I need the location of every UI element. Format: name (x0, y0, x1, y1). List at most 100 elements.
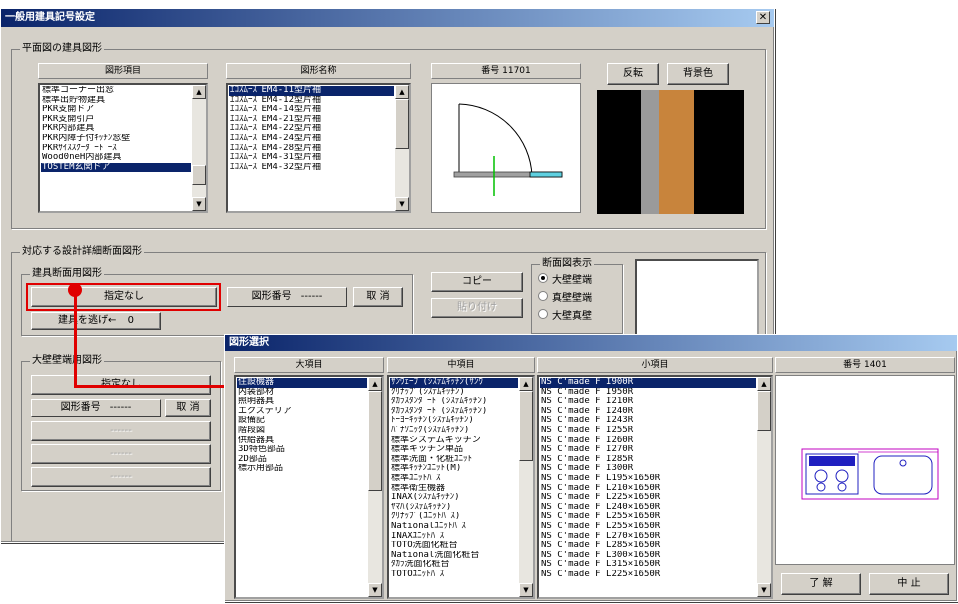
middle-list-item[interactable]: 標準洗面・化粧ﾕﾆｯﾄ (390, 455, 518, 465)
major-list-item[interactable]: 照明器具 (237, 397, 367, 407)
minor-list-item[interactable]: NS C'made F I285R (540, 455, 756, 465)
middle-list-item[interactable]: 標準衛生機器 (390, 484, 518, 494)
section-display-radio[interactable]: 真壁壁端 (538, 289, 622, 304)
scroll-up-icon[interactable]: ▲ (368, 377, 382, 391)
middle-list-item[interactable]: ｻﾝｳｪｰﾌﾞ(ｼｽﾃﾑｷｯﾁﾝ(ｻﾝｳ (390, 378, 518, 388)
minor-list-item[interactable]: NS C'made F L195×1650R (540, 474, 756, 484)
minor-scrollbar[interactable]: ▲ ▼ (757, 377, 771, 597)
radio-button-icon[interactable] (538, 309, 548, 319)
category-list-item[interactable]: PKR支開ドア (41, 105, 191, 115)
scroll-thumb[interactable] (757, 391, 771, 431)
major-list-item[interactable]: 2D部品 (237, 455, 367, 465)
scroll-up-icon[interactable]: ▲ (757, 377, 771, 391)
minor-list-item[interactable]: NS C'made F L315×1650R (540, 560, 756, 570)
middle-list-item[interactable]: ﾊﾟﾅｿﾆｯｸ(ｼｽﾃﾑｷｯﾁﾝ) (390, 426, 518, 436)
middle-list-item[interactable]: ｸﾘﾅｯﾌﾟ(ﾕﾆｯﾄﾊﾞｽ) (390, 512, 518, 522)
middle-list-item[interactable]: INAXﾕﾆｯﾄﾊﾞｽ (390, 532, 518, 542)
figure-name-list-item[interactable]: ｴｺｽﾑｰｽﾞEM4-24型片袖 (229, 134, 394, 144)
category-list-item[interactable]: PKR内障子付ｷｯﾁﾝ窓壁 (41, 134, 191, 144)
minor-list-item[interactable]: NS C'made F I950R (540, 388, 756, 398)
ok-button[interactable]: 了 解 (781, 573, 861, 595)
major-list-item[interactable]: エクステリア (237, 407, 367, 417)
middle-list-item[interactable]: INAX(ｼｽﾃﾑｷｯﾁﾝ) (390, 493, 518, 503)
scroll-down-icon[interactable]: ▼ (395, 197, 409, 211)
cancel-figure-button[interactable]: 取 消 (353, 287, 403, 307)
figure-name-list-item[interactable]: ｴｺｽﾑｰｽﾞEM4-22型片袖 (229, 124, 394, 134)
figure-name-list-item[interactable]: ｴｺｽﾑｰｽﾞEM4-14型片袖 (229, 105, 394, 115)
major-list-item[interactable]: 標示用部品 (237, 464, 367, 474)
scroll-thumb[interactable] (395, 99, 409, 149)
radio-button-icon[interactable] (538, 273, 548, 283)
middle-list-item[interactable]: National洗面化粧台 (390, 551, 518, 561)
minor-list-item[interactable]: NS C'made F I240R (540, 407, 756, 417)
figure-name-scrollbar[interactable]: ▲ ▼ (395, 85, 409, 211)
minor-list-item[interactable]: NS C'made F I255R (540, 426, 756, 436)
radio-button-icon[interactable] (538, 291, 548, 301)
middle-list-item[interactable]: ﾀｶﾗ洗面化粧台 (390, 560, 518, 570)
scroll-up-icon[interactable]: ▲ (395, 85, 409, 99)
scroll-up-icon[interactable]: ▲ (192, 85, 206, 99)
category-scrollbar[interactable]: ▲ ▼ (192, 85, 206, 211)
category-list-item[interactable]: TOSTEM玄関ドア (41, 162, 191, 173)
scroll-down-icon[interactable]: ▼ (192, 197, 206, 211)
major-list-item[interactable]: 内装部材 (237, 388, 367, 398)
middle-scrollbar[interactable]: ▲ ▼ (519, 377, 533, 597)
minor-list-item[interactable]: NS C'made F L225×1650R (540, 570, 756, 580)
middle-list-item[interactable]: 標準ｷｯﾁﾝﾕﾆｯﾄ(M) (390, 464, 518, 474)
section-display-radio[interactable]: 大壁真壁 (538, 307, 622, 322)
figure-name-list-item[interactable]: ｴｺｽﾑｰｽﾞEM4-12型片袖 (229, 96, 394, 106)
minor-list-item[interactable]: NS C'made F L225×1650R (540, 493, 756, 503)
minor-list-item[interactable]: NS C'made F I270R (540, 445, 756, 455)
figure-name-list-item[interactable]: ｴｺｽﾑｰｽﾞEM4-32型片袖 (229, 163, 394, 173)
minor-list-item[interactable]: NS C'made F I300R (540, 464, 756, 474)
figure-name-list-item[interactable]: ｴｺｽﾑｰｽﾞEM4-28型片袖 (229, 144, 394, 154)
minor-list-item[interactable]: NS C'made F I900R (540, 378, 756, 388)
paste-button[interactable]: 貼り付け (431, 298, 523, 318)
scroll-thumb[interactable] (192, 165, 206, 185)
category-list-item[interactable]: 標準コーナー出窓 (41, 86, 191, 96)
major-list-item[interactable]: 住設機器 (237, 378, 367, 388)
major-list[interactable]: 住設機器 内装部材 照明器具 エクステリア 設備記 階段図 供給器具 3D特色部品 2D部品 標示… (234, 375, 384, 599)
category-list-item[interactable]: PKR支開引戸 (41, 115, 191, 125)
wall-slot-button-3[interactable]: ------ (31, 467, 211, 487)
middle-list-item[interactable]: 標準ﾕﾆｯﾄﾊﾞｽ (390, 474, 518, 484)
minor-list-item[interactable]: NS C'made F I260R (540, 436, 756, 446)
middle-list-item[interactable]: ｸﾘﾅｯﾌﾟ(ｼｽﾃﾑｷｯﾁﾝ) (390, 388, 518, 398)
major-scrollbar[interactable]: ▲ ▼ (368, 377, 382, 597)
scroll-up-icon[interactable]: ▲ (519, 377, 533, 391)
minor-list-item[interactable]: NS C'made F L270×1650R (540, 532, 756, 542)
middle-list-item[interactable]: TOTO洗面化粧台 (390, 541, 518, 551)
category-list[interactable]: 標準コーナー出窓 標準出貯物建具 PKR支開ドア PKR支開引戸 PKR内部建具 PKR内… (38, 83, 208, 213)
figure-name-list-item[interactable]: ｴｺｽﾑｰｽﾞEM4-31型片袖 (229, 153, 394, 163)
close-icon[interactable]: ✕ (756, 11, 770, 24)
middle-list-item[interactable]: ﾀｶﾗｽﾀﾝﾀﾞｰﾄﾞ(ｼｽﾃﾑｷｯﾁﾝ) (390, 407, 518, 417)
category-list-item[interactable]: PKRｻｲｽｽｸｰﾀﾞｰﾄﾞｰｽ (41, 144, 191, 154)
major-list-item[interactable]: 設備記 (237, 416, 367, 426)
minor-list-item[interactable]: NS C'made F L300×1650R (540, 551, 756, 561)
minor-list-item[interactable]: NS C'made F L285×1650R (540, 541, 756, 551)
scroll-down-icon[interactable]: ▼ (368, 583, 382, 597)
figure-name-list-item[interactable]: ｴｺｽﾑｰｽﾞEM4-21型片袖 (229, 115, 394, 125)
figure-name-list[interactable]: ｴｺｽﾑｰｽﾞEM4-11型片袖 ｴｺｽﾑｰｽﾞEM4-12型片袖 ｴｺｽﾑｰｽﾞE… (226, 83, 411, 213)
minor-list-item[interactable]: NS C'made F I210R (540, 397, 756, 407)
middle-list-item[interactable]: 標準キッチン単品 (390, 445, 518, 455)
copy-button[interactable]: コピー (431, 272, 523, 292)
category-list-item[interactable]: 標準出貯物建具 (41, 96, 191, 106)
minor-list[interactable]: NS C'made F I900R NS C'made F I950R NS C'm… (537, 375, 773, 599)
background-color-button[interactable]: 背景色 (667, 63, 729, 85)
major-list-item[interactable]: 階段図 (237, 426, 367, 436)
scroll-thumb[interactable] (519, 391, 533, 461)
fitting-offset-button[interactable]: 建具を逃げ← 0 (31, 312, 161, 330)
middle-list-item[interactable]: ﾄｰﾖｰｷｯﾁﾝ(ｼｽﾃﾑｷｯﾁﾝ) (390, 416, 518, 426)
middle-list-item[interactable]: Nationalﾕﾆｯﾄﾊﾞｽ (390, 522, 518, 532)
cancel-button[interactable]: 中 止 (869, 573, 949, 595)
major-list-item[interactable]: 供給器具 (237, 436, 367, 446)
scroll-thumb[interactable] (368, 391, 382, 491)
wall-slot-button-1[interactable]: ------ (31, 421, 211, 441)
middle-list[interactable]: ｻﾝｳｪｰﾌﾞ(ｼｽﾃﾑｷｯﾁﾝ(ｻﾝｳ ｸﾘﾅｯﾌﾟ(ｼｽﾃﾑｷｯﾁﾝ) ﾀｶﾗｽ… (387, 375, 535, 599)
minor-list-item[interactable]: NS C'made F L255×1650R (540, 522, 756, 532)
wall-cancel-button[interactable]: 取 消 (165, 399, 211, 417)
scroll-down-icon[interactable]: ▼ (757, 583, 771, 597)
scroll-down-icon[interactable]: ▼ (519, 583, 533, 597)
minor-list-item[interactable]: NS C'made F L255×1650R (540, 512, 756, 522)
